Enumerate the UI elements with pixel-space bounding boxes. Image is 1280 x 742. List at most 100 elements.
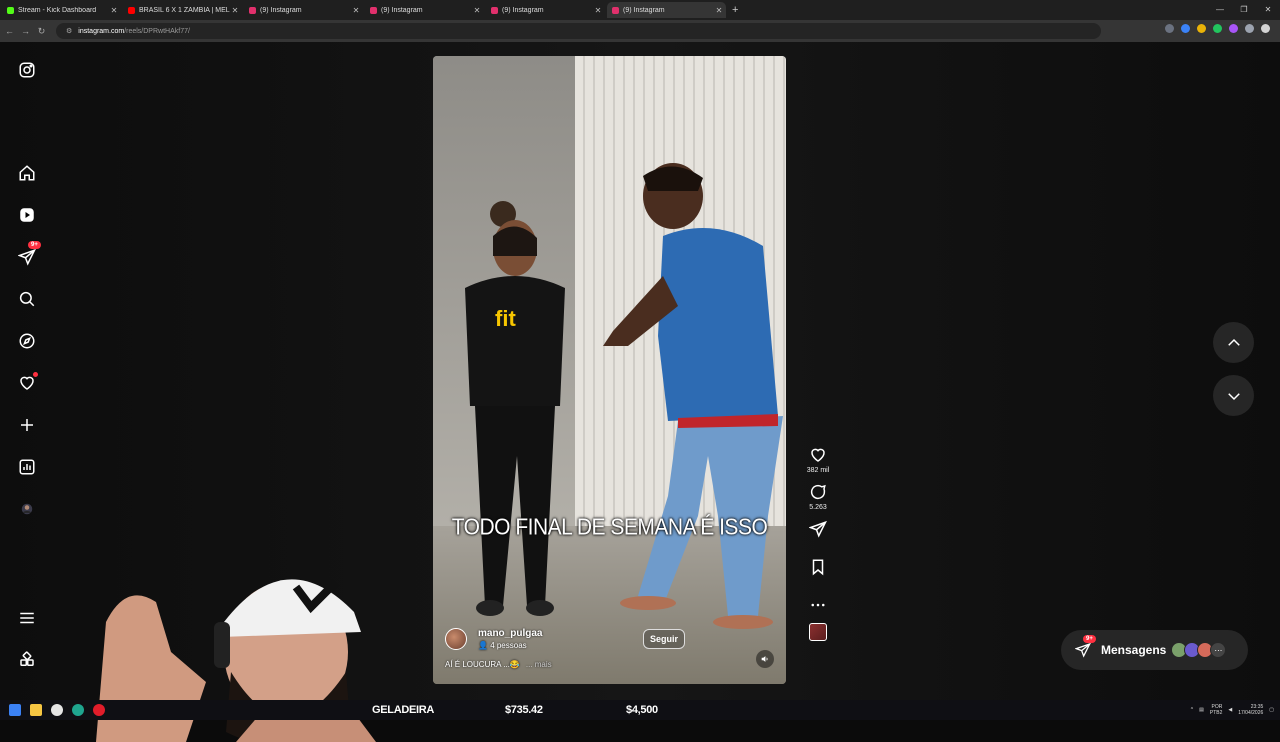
close-window-button[interactable]: ✕	[1256, 0, 1280, 20]
share-icon[interactable]	[809, 520, 827, 538]
tab-close-icon[interactable]: ✕	[351, 6, 361, 15]
messages-avatars: ⋯	[1171, 642, 1227, 658]
heart-icon[interactable]	[16, 372, 38, 394]
reload-icon[interactable]: ↻	[35, 26, 48, 37]
messages-bar-icon	[1075, 642, 1091, 658]
instagram-logo-icon[interactable]	[16, 59, 38, 81]
more-options-icon[interactable]	[809, 596, 827, 614]
tab-title: BRASIL 6 X 1 ZÂMBIA | MELHO	[139, 6, 230, 14]
windows-start-icon[interactable]	[9, 704, 21, 716]
more-action	[800, 596, 836, 614]
reels-icon[interactable]	[16, 204, 38, 226]
notifications-badge: 9+	[28, 241, 41, 249]
ticker-item-1: GELADEIRA	[372, 704, 435, 716]
browser-tab[interactable]: (9) Instagram ✕	[486, 2, 605, 18]
search-icon[interactable]	[16, 288, 38, 310]
file-explorer-icon[interactable]	[30, 704, 42, 716]
author-avatar[interactable]	[445, 628, 467, 650]
collab-people[interactable]: 👤 4 pessoas	[478, 641, 542, 650]
browser-tab[interactable]: (9) Instagram ✕	[365, 2, 484, 18]
tab-close-icon[interactable]: ✕	[230, 6, 240, 15]
mute-button[interactable]	[756, 650, 774, 668]
url-path: /reels/DPRwtHAkf77/	[124, 27, 190, 35]
audio-thumbnail[interactable]	[809, 623, 827, 641]
clock[interactable]: 23:35 17/04/2026	[1238, 704, 1263, 716]
menu-icon[interactable]	[16, 607, 38, 629]
dashboard-icon[interactable]	[16, 456, 38, 478]
like-action: 382 mil	[800, 446, 836, 474]
tab-title: (9) Instagram	[502, 6, 544, 14]
browser-tab[interactable]: (9) Instagram ✕	[244, 2, 363, 18]
profile-avatar[interactable]	[16, 498, 38, 520]
author-username[interactable]: mano_pulgaa	[478, 628, 542, 639]
previous-reel-button[interactable]	[1213, 322, 1254, 363]
browser-tab[interactable]: BRASIL 6 X 1 ZÂMBIA | MELHO✕	[123, 2, 242, 18]
new-tab-button[interactable]: +	[732, 4, 744, 16]
home-icon[interactable]	[16, 162, 38, 184]
extensions-area	[1165, 24, 1270, 33]
tab-favicon-icon	[370, 6, 377, 14]
back-icon[interactable]: ←	[3, 26, 16, 36]
also-from-meta-icon[interactable]	[16, 649, 38, 671]
like-icon[interactable]	[809, 446, 827, 464]
network-icon[interactable]: ▤	[1199, 707, 1204, 713]
share-action	[800, 520, 836, 538]
chevron-down-icon	[1227, 392, 1240, 400]
forward-icon[interactable]: →	[19, 26, 32, 36]
blue-extension-icon[interactable]	[1181, 24, 1190, 33]
bookmark-icon[interactable]	[809, 558, 827, 576]
ticker-item-3: $4,500	[626, 704, 658, 716]
browser-tab[interactable]: (9) Instagram ✕	[607, 2, 726, 18]
tab-favicon-icon	[491, 6, 498, 14]
chrome-icon[interactable]	[51, 704, 63, 716]
tab-favicon-icon	[612, 6, 619, 14]
profile-extension-icon[interactable]	[1261, 24, 1270, 33]
reel-video[interactable]: fit TODO FINAL DE SEMANA É ISSO mano_pul…	[433, 56, 786, 684]
url-field[interactable]: ⚙ instagram.com/reels/DPRwtHAkf77/	[56, 23, 1101, 39]
tab-favicon-icon	[7, 6, 14, 14]
like-count: 382 mil	[806, 467, 830, 474]
more-link[interactable]: ... mais	[526, 660, 552, 669]
notification-icon[interactable]: ▢	[1269, 707, 1274, 713]
volume-icon[interactable]: ◀	[1228, 707, 1232, 713]
green-extension-icon[interactable]	[1213, 24, 1222, 33]
comment-action: 5.263	[800, 483, 836, 511]
instagram-page: 9+ fit TODO FINAL DE SEMANA É ISSO mano_…	[0, 42, 1280, 742]
create-icon[interactable]	[16, 414, 38, 436]
more-avatars-icon: ⋯	[1210, 642, 1227, 658]
tab-close-icon[interactable]: ✕	[472, 6, 482, 15]
reel-caption: AÍ É LOUCURA ...😂 ... mais	[445, 660, 552, 669]
maximize-button[interactable]: ❐	[1232, 0, 1256, 20]
keyboard-layout[interactable]: POR PTB2	[1210, 704, 1223, 716]
follow-button[interactable]: Seguir	[643, 629, 686, 649]
address-bar-row: ← → ↻ ⚙ instagram.com/reels/DPRwtHAkf77/	[0, 20, 1280, 42]
puzzle-extension-icon[interactable]	[1245, 24, 1254, 33]
ticker-item-2: $735.42	[505, 704, 543, 716]
tab-close-icon[interactable]: ✕	[593, 6, 603, 15]
opera-icon[interactable]	[93, 704, 105, 716]
video-woman-figure: fit	[465, 201, 565, 616]
video-man-figure	[603, 163, 783, 629]
explore-icon[interactable]	[16, 330, 38, 352]
url-host: instagram.com	[78, 27, 125, 35]
chrome-extension-icon[interactable]	[1197, 24, 1206, 33]
purple-extension-icon[interactable]	[1229, 24, 1238, 33]
reel-overlay-text: TODO FINAL DE SEMANA É ISSO	[451, 514, 768, 541]
tab-close-icon[interactable]: ✕	[714, 6, 724, 15]
tab-title: (9) Instagram	[260, 6, 302, 14]
chevron-up-icon	[1227, 338, 1240, 346]
tray-chevron-icon[interactable]: ^	[1191, 707, 1193, 713]
messages-icon[interactable]: 9+	[16, 241, 41, 268]
browser-tab[interactable]: Stream - Kick Dashboard ✕	[2, 2, 121, 18]
shield-extension-icon[interactable]	[1165, 24, 1174, 33]
tab-title: Stream - Kick Dashboard	[18, 6, 97, 14]
site-info-icon[interactable]: ⚙	[66, 27, 72, 35]
svg-text:fit: fit	[495, 306, 516, 331]
messages-badge: 9+	[1083, 635, 1096, 643]
comment-icon[interactable]	[809, 483, 827, 501]
next-reel-button[interactable]	[1213, 375, 1254, 416]
edge-icon[interactable]	[72, 704, 84, 716]
messages-bar[interactable]: 9+ Mensagens ⋯	[1061, 630, 1248, 670]
tab-close-icon[interactable]: ✕	[109, 6, 119, 15]
minimize-button[interactable]: —	[1208, 0, 1232, 20]
